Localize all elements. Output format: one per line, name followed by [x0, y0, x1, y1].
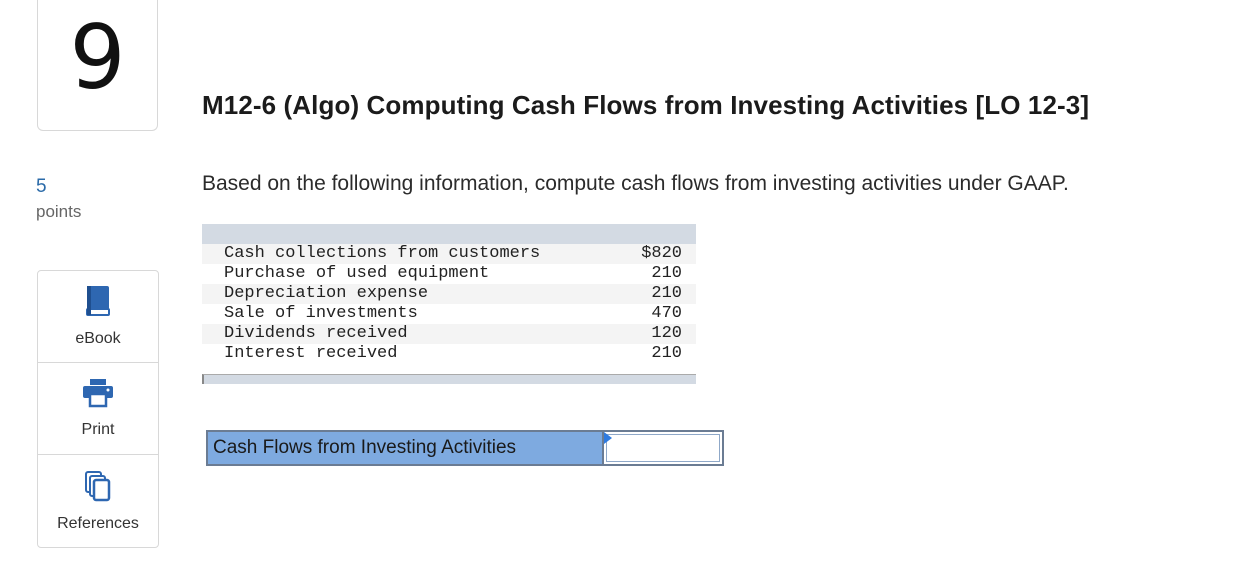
row-value: $820	[641, 244, 682, 263]
points-label: points	[36, 202, 82, 221]
cash-flows-investing-input[interactable]	[606, 434, 720, 462]
ebook-button[interactable]: eBook	[38, 271, 158, 363]
answer-row: Cash Flows from Investing Activities	[206, 430, 726, 466]
row-value: 470	[651, 304, 682, 323]
book-icon	[84, 285, 112, 322]
row-label: Cash collections from customers	[224, 244, 541, 263]
printer-icon	[81, 378, 115, 413]
table-row: Sale of investments 470	[202, 304, 696, 324]
table-header-band	[202, 224, 696, 244]
points-value: 5	[36, 176, 47, 197]
row-label: Sale of investments	[224, 304, 418, 323]
table-row: Purchase of used equipment 210	[202, 264, 696, 284]
references-button[interactable]: References	[38, 455, 158, 547]
references-label: References	[57, 514, 139, 532]
row-label: Dividends received	[224, 324, 408, 343]
resource-sidebar: eBook Print References	[37, 270, 159, 548]
table-row: Depreciation expense 210	[202, 284, 696, 304]
ebook-label: eBook	[75, 330, 121, 347]
question-number: 9	[69, 6, 126, 109]
financial-data-table: Cash collections from customers $820 Pur…	[202, 224, 696, 384]
row-label: Purchase of used equipment	[224, 264, 490, 283]
table-row: Interest received 210	[202, 344, 696, 364]
row-label: Interest received	[224, 344, 398, 363]
row-value: 120	[651, 324, 682, 343]
flag-icon	[604, 432, 612, 444]
row-value: 210	[651, 284, 682, 303]
table-row: Dividends received 120	[202, 324, 696, 344]
answer-input-cell	[604, 430, 724, 466]
table-body: Cash collections from customers $820 Pur…	[202, 244, 696, 364]
print-label: Print	[81, 421, 115, 438]
table-footer-band	[202, 374, 696, 384]
question-number-box: 9	[37, 0, 158, 131]
row-value: 210	[651, 344, 682, 363]
question-title: M12-6 (Algo) Computing Cash Flows from I…	[202, 90, 1090, 120]
print-button[interactable]: Print	[38, 363, 158, 455]
question-prompt: Based on the following information, comp…	[202, 172, 1069, 195]
table-row: Cash collections from customers $820	[202, 244, 696, 264]
answer-label: Cash Flows from Investing Activities	[206, 430, 604, 466]
row-value: 210	[651, 264, 682, 283]
copy-icon	[84, 470, 112, 507]
row-label: Depreciation expense	[224, 284, 429, 303]
